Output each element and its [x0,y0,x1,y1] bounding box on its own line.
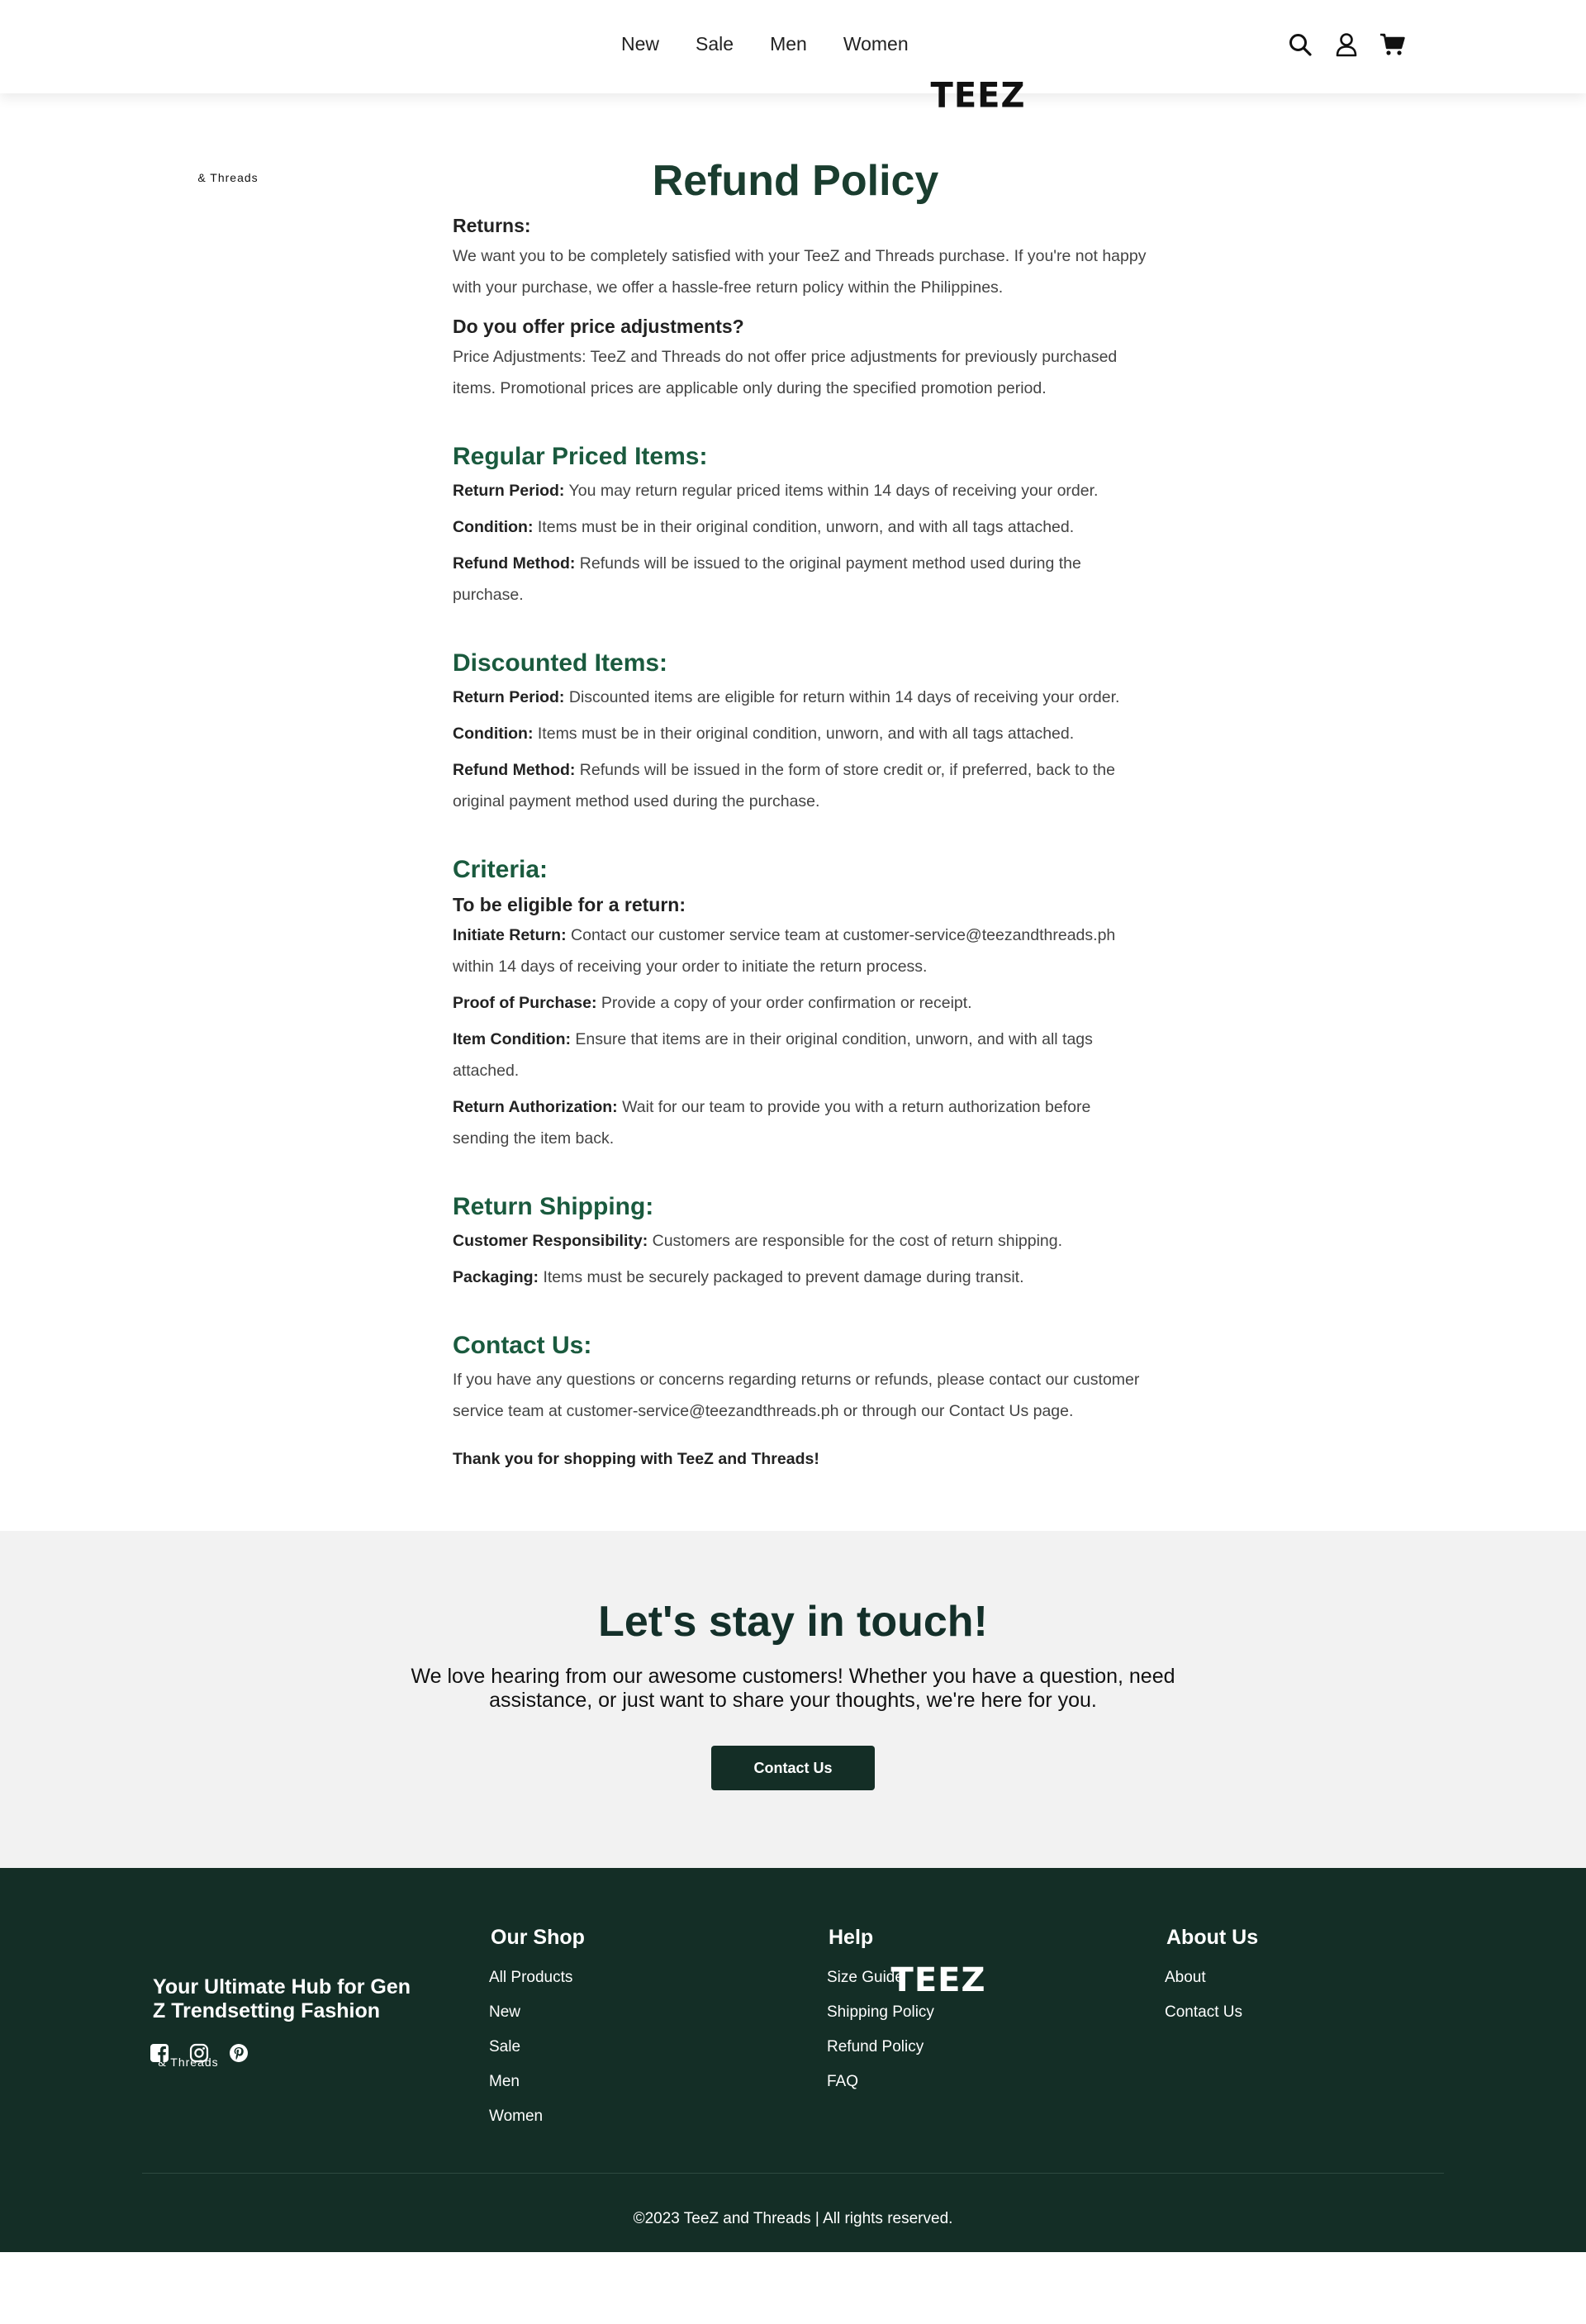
search-icon[interactable] [1285,30,1315,59]
price-adjust-heading: Do you offer price adjustments? [453,316,744,337]
shipping-packaging: Packaging: Items must be securely packag… [453,1262,1147,1293]
item-label: Return Period: [453,688,565,706]
touch-heading: Let's stay in touch! [598,1598,988,1646]
item-text: Provide a copy of your order confirmatio… [596,994,972,1012]
discounted-return-period: Return Period: Discounted items are elig… [453,682,1147,713]
contact-heading: Contact Us: [453,1332,592,1359]
criteria-subheading: To be eligible for a return: [453,894,686,915]
item-label: Customer Responsibility: [453,1232,648,1250]
return-shipping-heading: Return Shipping: [453,1193,654,1220]
criteria-heading: Criteria: [453,856,548,883]
footer-help-heading: Help [829,1926,874,1949]
item-label: Refund Method: [453,554,576,573]
nav-item-women[interactable]: Women [843,33,909,55]
cart-icon[interactable] [1378,30,1408,59]
item-label: Packaging: [453,1268,539,1286]
discounted-items-heading: Discounted Items: [453,649,668,677]
criteria-initiate-return: Initiate Return: Contact our customer se… [453,920,1147,982]
returns-text: We want you to be completely satisfied w… [453,247,1147,297]
nav-item-sale[interactable]: Sale [696,33,734,55]
regular-items-heading: Regular Priced Items: [453,443,708,470]
pinterest-icon[interactable] [229,2043,249,2063]
footer-link-sale[interactable]: Sale [489,2038,585,2056]
footer-link-women[interactable]: Women [489,2108,585,2126]
footer-link-about[interactable]: About [1165,1969,1258,1987]
item-text: Items must be in their original conditio… [533,518,1075,536]
copyright-text: ©2023 TeeZ and Threads | All rights rese… [633,2210,953,2227]
price-adjust-text: Price Adjustments: TeeZ and Threads do n… [453,348,1118,397]
policy-main: Refund Policy Returns: We want you to be… [0,93,1586,1531]
footer-link-shipping-policy[interactable]: Shipping Policy [827,2003,934,2022]
item-label: Return Period: [453,482,565,500]
item-text: Items must be securely packaged to preve… [539,1268,1024,1286]
item-text: Customers are responsible for the cost o… [648,1232,1063,1250]
footer-col-help: Help Size Guide Shipping Policy Refund P… [827,1924,934,2108]
item-text: You may return regular priced items with… [564,482,1099,500]
footer-link-contact-us[interactable]: Contact Us [1165,2003,1258,2022]
main-nav: New Sale Men Women [621,33,945,55]
item-label: Return Authorization: [453,1098,618,1116]
item-label: Item Condition: [453,1030,571,1048]
footer-link-size-guide[interactable]: Size Guide [827,1969,934,1987]
thank-you-text: Thank you for shopping with TeeZ and Thr… [453,1450,819,1468]
footer-col-shop: Our Shop All Products New Sale Men Women [489,1924,585,2142]
regular-return-period: Return Period: You may return regular pr… [453,475,1147,506]
touch-text: We love hearing from our awesome custome… [411,1665,1175,1712]
social-links [150,2043,249,2063]
facebook-icon[interactable] [150,2043,169,2063]
instagram-icon[interactable] [189,2043,209,2063]
site-footer: TEEZ & Threads Your Ultimate Hub for Gen… [0,1868,1586,2252]
item-label: Proof of Purchase: [453,994,597,1012]
criteria-proof-of-purchase: Proof of Purchase: Provide a copy of you… [453,987,1147,1019]
footer-about-heading: About Us [1166,1926,1259,1949]
footer-col-about: About Us About Contact Us [1165,1924,1258,2038]
footer-tagline: Your Ultimate Hub for Gen Z Trendsetting… [153,1975,411,2022]
contact-text: If you have any questions or concerns re… [453,1371,1140,1420]
regular-condition: Condition: Items must be in their origin… [453,511,1147,543]
contact-us-button[interactable]: Contact Us [711,1746,875,1790]
discounted-refund-method: Refund Method: Refunds will be issued in… [453,754,1147,817]
item-text: Items must be in their original conditio… [533,725,1075,743]
nav-item-new[interactable]: New [621,33,659,55]
footer-link-faq[interactable]: FAQ [827,2073,934,2091]
nav-item-men[interactable]: Men [770,33,807,55]
item-label: Refund Method: [453,761,576,779]
shipping-customer-responsibility: Customer Responsibility: Customers are r… [453,1225,1147,1257]
item-label: Condition: [453,518,534,536]
footer-link-all-products[interactable]: All Products [489,1969,585,1987]
user-icon[interactable] [1332,30,1361,59]
item-label: Condition: [453,725,534,743]
footer-link-men[interactable]: Men [489,2073,585,2091]
footer-link-new[interactable]: New [489,2003,585,2022]
criteria-return-authorization: Return Authorization: Wait for our team … [453,1091,1147,1154]
item-text: Discounted items are eligible for return… [564,688,1120,706]
policy-content: Refund Policy Returns: We want you to be… [453,151,1147,1471]
regular-refund-method: Refund Method: Refunds will be issued to… [453,548,1147,611]
criteria-item-condition: Item Condition: Ensure that items are in… [453,1024,1147,1086]
stay-in-touch-section: Let's stay in touch! We love hearing fro… [0,1531,1586,1868]
returns-heading: Returns: [453,215,531,236]
footer-link-refund-policy[interactable]: Refund Policy [827,2038,934,2056]
discounted-condition: Condition: Items must be in their origin… [453,718,1147,749]
site-header: TEEZ & Threads New Sale Men Women [0,0,1586,183]
footer-shop-heading: Our Shop [491,1926,585,1949]
footer-divider [142,2173,1444,2174]
item-label: Initiate Return: [453,926,567,944]
header-icons [1285,30,1408,59]
site-logo[interactable]: TEEZ & Threads [185,21,1024,183]
